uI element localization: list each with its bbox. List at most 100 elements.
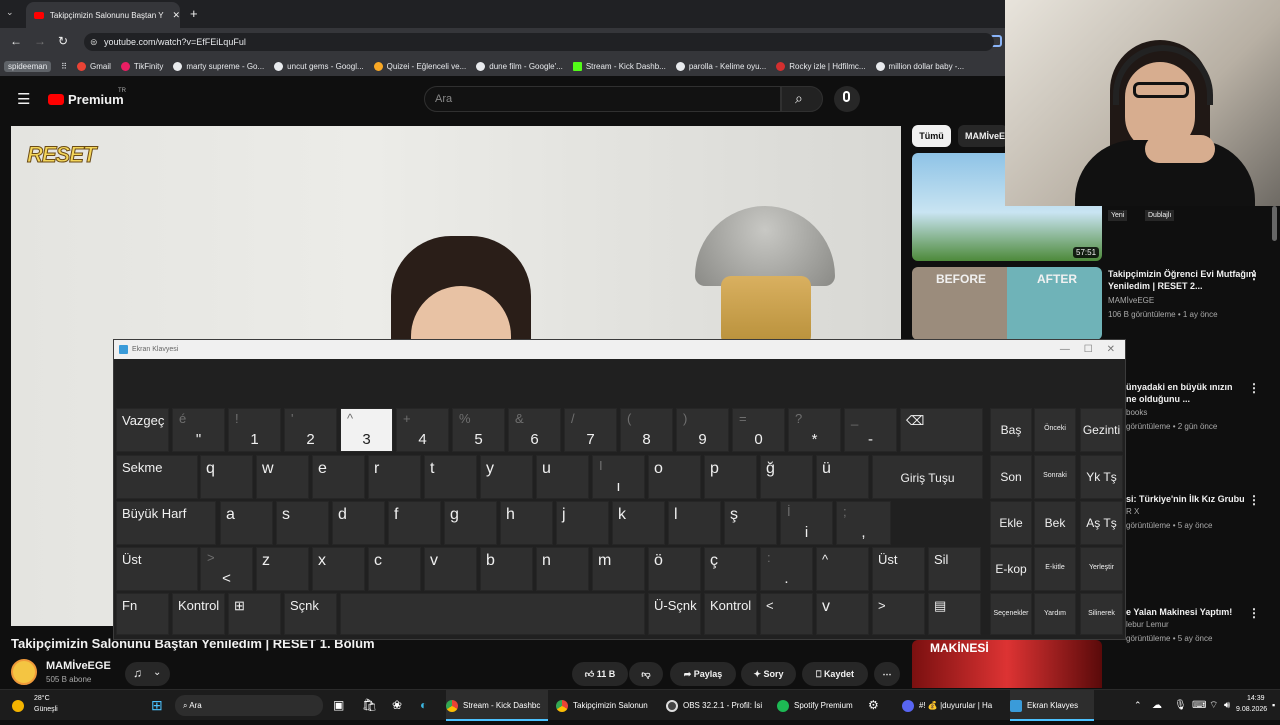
- keyboard-key[interactable]: ç: [704, 547, 757, 591]
- side-video-channel[interactable]: books: [1126, 408, 1147, 417]
- side-video-title[interactable]: e Yalan Makinesi Yaptım!: [1126, 606, 1246, 618]
- keyboard-key[interactable]: l: [668, 501, 721, 545]
- keyboard-key[interactable]: v: [816, 593, 869, 635]
- keyboard-key[interactable]: ;,: [836, 501, 891, 545]
- nav-key[interactable]: Yardım: [1034, 593, 1076, 635]
- chip-all[interactable]: Tümü: [912, 125, 951, 147]
- keyboard-key[interactable]: y: [480, 455, 533, 499]
- keyboard-key[interactable]: Ü-Sçnk: [648, 593, 701, 635]
- taskbar-search[interactable]: ⌕ Ara: [175, 695, 323, 716]
- brand-label[interactable]: Premium: [68, 92, 124, 107]
- minimize-icon[interactable]: —: [1060, 344, 1070, 355]
- taskbar-app-keyboard[interactable]: Ekran Klavyes: [1010, 690, 1094, 721]
- weather-widget[interactable]: [12, 690, 29, 721]
- keyboard-key[interactable]: > <: [200, 547, 253, 591]
- cloud-icon[interactable]: ☁: [1152, 690, 1162, 721]
- more-options-icon[interactable]: ⋮: [1248, 268, 1260, 282]
- keyboard-key[interactable]: ü: [816, 455, 869, 499]
- keyboard-key[interactable]: ! 1: [228, 408, 281, 452]
- keyboard-key[interactable]: Sil: [928, 547, 981, 591]
- keyboard-key[interactable]: o: [648, 455, 701, 499]
- subscription-bell-button[interactable]: ♫ ⌄: [125, 662, 170, 686]
- profile-chip[interactable]: spideeman: [4, 60, 52, 72]
- keyboard-key[interactable]: /7: [564, 408, 617, 452]
- bookmark-item[interactable]: parolla - Kelime oyu...: [675, 61, 766, 71]
- keyboard-key[interactable]: Büyük Harf: [116, 501, 216, 545]
- bookmark-item[interactable]: marty supreme - Go...: [173, 61, 264, 71]
- keyboard-key[interactable]: j: [556, 501, 609, 545]
- nav-key[interactable]: Seçenekler: [990, 593, 1032, 635]
- keyboard-key[interactable]: [340, 593, 645, 635]
- keyboard-key[interactable]: = 0: [732, 408, 785, 452]
- keyboard-key[interactable]: v: [424, 547, 477, 591]
- keyboard-key[interactable]: ? *: [788, 408, 841, 452]
- keyboard-key[interactable]: ^ 3: [340, 408, 393, 452]
- wifi-icon[interactable]: ⌔: [1209, 690, 1218, 721]
- keyboard-key[interactable]: g: [444, 501, 497, 545]
- tab-active[interactable]: Takipçimizin Salonunu Baştan Y ✕: [26, 2, 180, 28]
- bookmark-item[interactable]: Stream - Kick Dashb...: [572, 61, 666, 71]
- bookmark-gmail[interactable]: Gmail: [77, 61, 111, 71]
- start-icon[interactable]: ⊞: [151, 690, 163, 721]
- keyboard-key[interactable]: d: [332, 501, 385, 545]
- keyboard-key[interactable]: & 6: [508, 408, 561, 452]
- keyboard-key[interactable]: ^: [816, 547, 869, 591]
- chatgpt-icon[interactable]: ❀: [392, 690, 402, 721]
- bookmark-item[interactable]: Rocky izle | Hdfilmc...: [776, 61, 866, 71]
- keyboard-key[interactable]: h: [500, 501, 553, 545]
- keyboard-key[interactable]: f: [388, 501, 441, 545]
- keyboard-key[interactable]: ' 2: [284, 408, 337, 452]
- side-video-channel[interactable]: MAMİveEGE: [1108, 296, 1154, 305]
- keyboard-key[interactable]: t: [424, 455, 477, 499]
- youtube-logo-icon[interactable]: [48, 94, 64, 105]
- more-options-icon[interactable]: ⋮: [1248, 493, 1260, 507]
- dislike-button[interactable]: 👎︎: [629, 662, 663, 686]
- keyboard-key[interactable]: k: [612, 501, 665, 545]
- tab-search-button[interactable]: ⌄: [6, 7, 14, 18]
- site-info-icon[interactable]: ⊜: [90, 37, 98, 48]
- taskbar-app-obs[interactable]: OBS 32.2.1 - Profil: İsi: [666, 690, 768, 721]
- keyboard-layout-icon[interactable]: ⌨: [1192, 690, 1206, 721]
- keyboard-key[interactable]: Vazgeç: [116, 408, 169, 452]
- nav-key[interactable]: Ekle: [990, 501, 1032, 545]
- search-input[interactable]: Ara: [424, 86, 781, 112]
- nav-key[interactable]: Baş: [990, 408, 1032, 452]
- bookmark-tikfinity[interactable]: TikFinity: [120, 61, 163, 71]
- voice-search-button[interactable]: [834, 86, 860, 112]
- keyboard-key[interactable]: Iı: [592, 455, 645, 499]
- keyboard-key[interactable]: :.: [760, 547, 813, 591]
- keyboard-key[interactable]: _ -: [844, 408, 897, 452]
- keyboard-key[interactable]: İi: [780, 501, 833, 545]
- nav-key[interactable]: E-kitle: [1034, 547, 1076, 591]
- menu-icon[interactable]: ☰: [17, 90, 30, 108]
- keyboard-key[interactable]: r: [368, 455, 421, 499]
- side-video-channel[interactable]: lebur Lemur: [1126, 620, 1169, 629]
- like-button[interactable]: 👍︎ 11 B: [572, 662, 628, 686]
- keyboard-key[interactable]: ş: [724, 501, 777, 545]
- bookmark-item[interactable]: Quizei - Eğlenceli ve...: [373, 61, 466, 71]
- keyboard-key[interactable]: b: [480, 547, 533, 591]
- keyboard-key[interactable]: Üst: [872, 547, 925, 591]
- gear-icon[interactable]: ⚙: [868, 690, 879, 721]
- bookmark-item[interactable]: dune film - Google'...: [476, 61, 563, 71]
- keyboard-key[interactable]: x: [312, 547, 365, 591]
- keyboard-key[interactable]: Giriş Tuşu: [872, 455, 983, 499]
- bookmark-item[interactable]: uncut gems - Googl...: [274, 61, 364, 71]
- keyboard-key[interactable]: e: [312, 455, 365, 499]
- new-tab-button[interactable]: +: [190, 6, 198, 21]
- keyboard-key[interactable]: ) 9: [676, 408, 729, 452]
- keyboard-key[interactable]: ⌫: [900, 408, 983, 452]
- nav-key[interactable]: Aş Tş: [1080, 501, 1123, 545]
- channel-name[interactable]: MAMİveEGE: [46, 660, 111, 672]
- keyboard-key[interactable]: >: [872, 593, 925, 635]
- nav-key[interactable]: Silinerek: [1080, 593, 1123, 635]
- edge-icon[interactable]: ◐: [420, 690, 427, 721]
- notification-icon[interactable]: ▪: [1272, 690, 1275, 721]
- clock-date[interactable]: 9.08.2026: [1236, 694, 1267, 725]
- side-video-channel[interactable]: R X: [1126, 507, 1139, 516]
- channel-avatar[interactable]: [11, 659, 37, 685]
- nav-key[interactable]: Gezinti: [1080, 408, 1123, 452]
- url-field[interactable]: youtube.com/watch?v=EfFEiLquFul: [84, 33, 994, 51]
- close-icon[interactable]: ✕: [1107, 344, 1115, 355]
- nav-key[interactable]: Bek: [1034, 501, 1076, 545]
